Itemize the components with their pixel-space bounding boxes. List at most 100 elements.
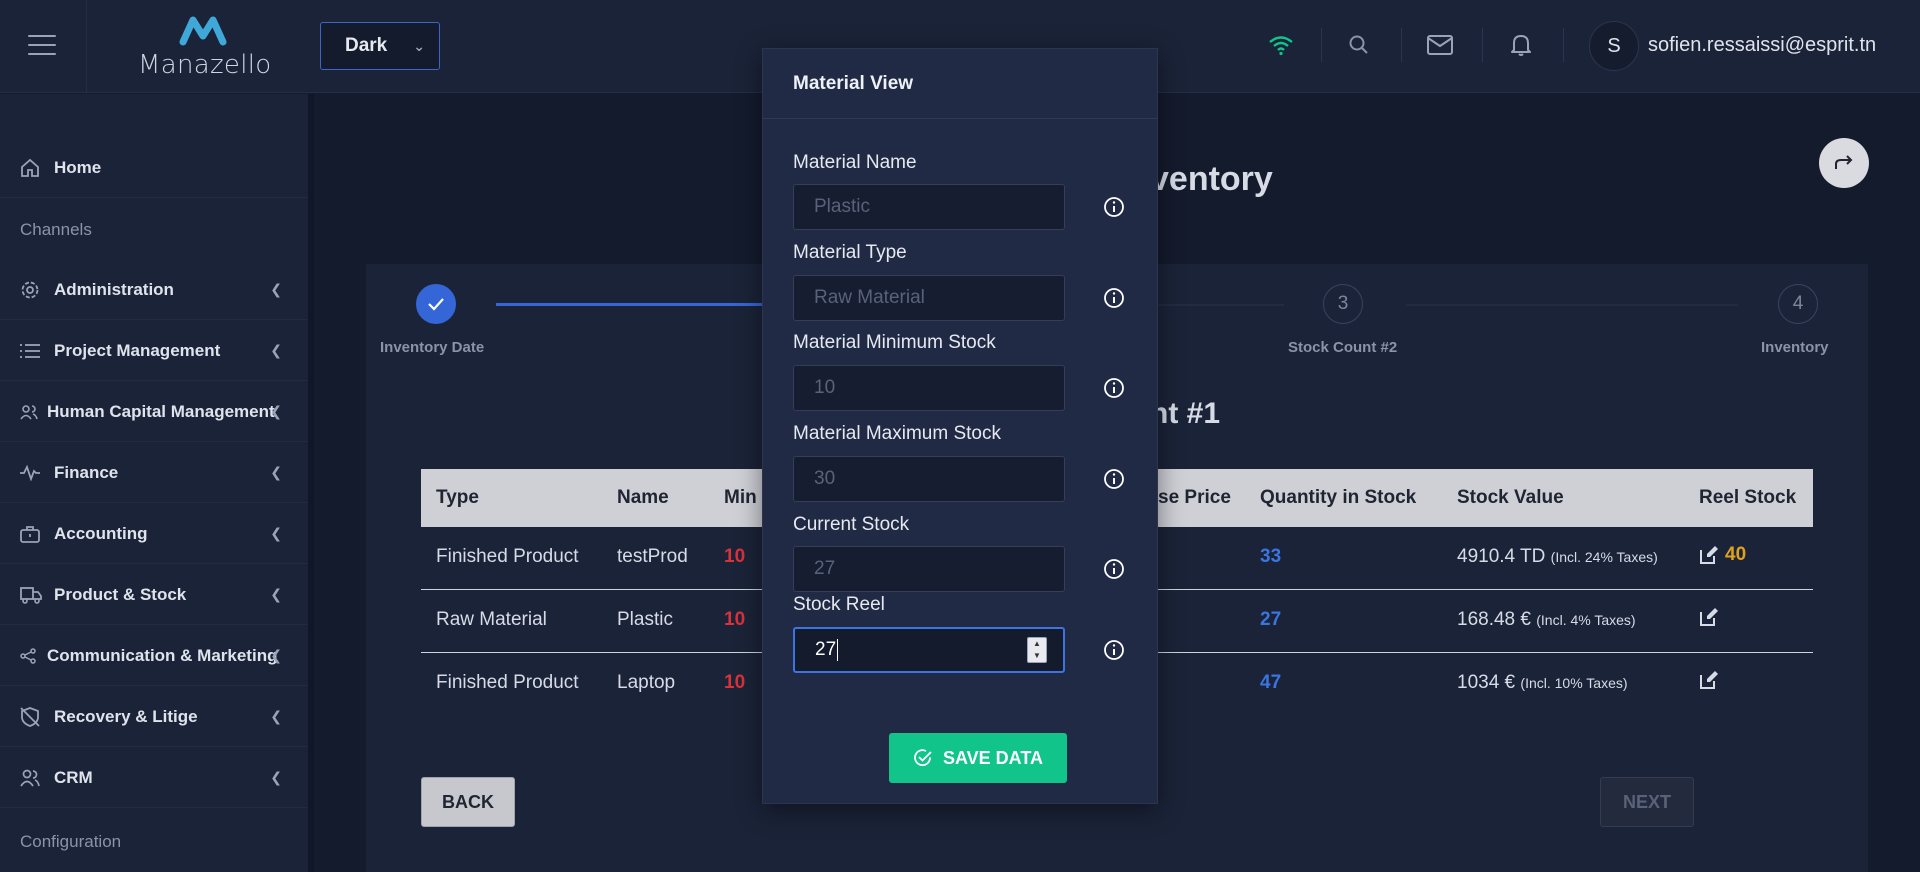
mail-icon[interactable] <box>1425 30 1455 60</box>
section-title: nt #1 <box>1150 397 1221 430</box>
chevron-left-icon: ❮ <box>270 708 282 724</box>
step-connector <box>496 303 764 306</box>
save-data-button[interactable]: SAVE DATA <box>889 733 1067 783</box>
theme-select-value: Dark <box>345 35 388 56</box>
step-3-label: Stock Count #2 <box>1288 339 1398 356</box>
stepper-up-icon[interactable]: ▲ <box>1033 639 1041 649</box>
info-icon[interactable] <box>1103 639 1125 661</box>
sidebar-item-accounting[interactable]: Accounting ❮ <box>0 504 308 564</box>
edit-icon[interactable] <box>1699 545 1719 565</box>
chevron-left-icon: ❮ <box>270 403 282 419</box>
modal-title: Material View <box>793 73 914 94</box>
sidebar-item-human-capital-management[interactable]: Human Capital Management ❮ <box>0 382 308 442</box>
info-icon[interactable] <box>1103 196 1125 218</box>
chevron-left-icon: ❮ <box>270 342 282 358</box>
cell-quantity: 27 <box>1260 609 1282 630</box>
briefcase-icon <box>20 521 46 547</box>
share-icon <box>20 643 40 669</box>
sidebar-item-administration[interactable]: Administration ❮ <box>0 260 308 320</box>
shield-off-icon <box>20 704 46 730</box>
cell-type: Raw Material <box>436 609 547 630</box>
info-icon[interactable] <box>1103 468 1125 490</box>
next-button[interactable]: NEXT <box>1600 777 1694 827</box>
reel-stock-value: 40 <box>1725 544 1747 565</box>
step-4-label: Inventory <box>1761 339 1829 356</box>
sidebar-item-product-stock[interactable]: Product & Stock ❮ <box>0 565 308 625</box>
cell-type: Finished Product <box>436 672 579 693</box>
minimum-stock-field[interactable]: 10 <box>793 365 1065 411</box>
material-type-field[interactable]: Raw Material <box>793 275 1065 321</box>
modal-header: Material View <box>763 49 1157 119</box>
cell-quantity: 33 <box>1260 546 1282 567</box>
logo-mark-icon <box>179 16 227 46</box>
theme-select[interactable]: Dark ⌄ <box>320 22 440 70</box>
redirect-button[interactable] <box>1819 138 1869 188</box>
current-stock-field[interactable]: 27 <box>793 546 1065 592</box>
column-header-quantity[interactable]: Quantity in Stock <box>1260 487 1416 509</box>
cell-stock-value: 4910.4 TD (Incl. 24% Taxes) <box>1457 546 1658 568</box>
logo[interactable]: Manazello <box>138 12 272 80</box>
cell-type: Finished Product <box>436 546 579 567</box>
minimum-stock-label: Material Minimum Stock <box>793 332 996 353</box>
cell-min: 10 <box>724 672 746 693</box>
step-1-circle[interactable] <box>416 284 456 324</box>
section-configuration: Configuration <box>20 832 122 851</box>
chevron-left-icon: ❮ <box>270 525 282 541</box>
cell-name: testProd <box>617 546 688 567</box>
chevron-down-icon: ⌄ <box>413 37 425 54</box>
cell-reel-stock <box>1699 607 1719 627</box>
sidebar-item-label: Communication & Marketing <box>47 645 278 665</box>
step-4-circle[interactable]: 4 <box>1778 284 1818 324</box>
cell-name: Plastic <box>617 609 673 630</box>
column-header-type[interactable]: Type <box>436 487 479 509</box>
menu-icon[interactable] <box>28 35 56 55</box>
stock-reel-input[interactable]: 27 ▲ ▼ <box>793 627 1065 673</box>
search-icon[interactable] <box>1344 30 1374 60</box>
home-icon <box>20 155 46 181</box>
user-email[interactable]: sofien.ressaissi@esprit.tn <box>1648 34 1876 57</box>
material-view-modal: Material View Material Name Plastic Mate… <box>762 48 1158 804</box>
edit-icon[interactable] <box>1699 607 1719 627</box>
stock-reel-label: Stock Reel <box>793 594 885 615</box>
material-name-field[interactable]: Plastic <box>793 184 1065 230</box>
back-button[interactable]: BACK <box>421 777 515 827</box>
cell-stock-value: 1034 € (Incl. 10% Taxes) <box>1457 672 1628 694</box>
sidebar-item-crm[interactable]: CRM ❮ <box>0 748 308 808</box>
text-cursor <box>837 639 839 661</box>
sidebar-item-finance[interactable]: Finance ❮ <box>0 443 308 503</box>
column-header-name[interactable]: Name <box>617 487 669 509</box>
wifi-icon[interactable] <box>1266 30 1296 60</box>
sidebar-item-project-management[interactable]: Project Management ❮ <box>0 321 308 381</box>
maximum-stock-label: Material Maximum Stock <box>793 423 1001 444</box>
column-header-reel-stock[interactable]: Reel Stock <box>1699 487 1796 509</box>
current-stock-label: Current Stock <box>793 514 910 535</box>
stock-value: 1034 € <box>1457 672 1516 693</box>
sidebar-item-communication-marketing[interactable]: Communication & Marketing ❮ <box>0 626 308 686</box>
sidebar-item-home[interactable]: Home <box>0 138 308 198</box>
step-3-circle[interactable]: 3 <box>1323 284 1363 324</box>
sidebar-item-label: Recovery & Litige <box>54 706 198 726</box>
stock-value: 4910.4 TD <box>1457 546 1546 567</box>
divider <box>1321 28 1322 62</box>
sidebar-item-label: Finance <box>54 462 119 482</box>
sidebar: Home Channels Administration ❮ Project M… <box>0 94 314 872</box>
sidebar-item-label: Home <box>54 157 102 177</box>
info-icon[interactable] <box>1103 377 1125 399</box>
sidebar-item-label: Product & Stock <box>54 584 187 604</box>
stepper-down-icon[interactable]: ▼ <box>1033 651 1041 661</box>
info-icon[interactable] <box>1103 287 1125 309</box>
column-header-stock-value[interactable]: Stock Value <box>1457 487 1564 509</box>
sidebar-item-label: Project Management <box>54 340 221 360</box>
column-header-min[interactable]: Min <box>724 487 757 509</box>
column-header-price[interactable]: se Price <box>1158 487 1231 509</box>
avatar[interactable]: S <box>1589 21 1639 71</box>
number-stepper[interactable]: ▲ ▼ <box>1027 637 1047 663</box>
cell-quantity: 47 <box>1260 672 1282 693</box>
list-icon <box>20 338 46 364</box>
sidebar-item-recovery-litige[interactable]: Recovery & Litige ❮ <box>0 687 308 747</box>
edit-icon[interactable] <box>1699 670 1719 690</box>
maximum-stock-field[interactable]: 30 <box>793 456 1065 502</box>
bell-icon[interactable] <box>1506 30 1536 60</box>
info-icon[interactable] <box>1103 558 1125 580</box>
logo-text: Manazello <box>138 50 272 80</box>
